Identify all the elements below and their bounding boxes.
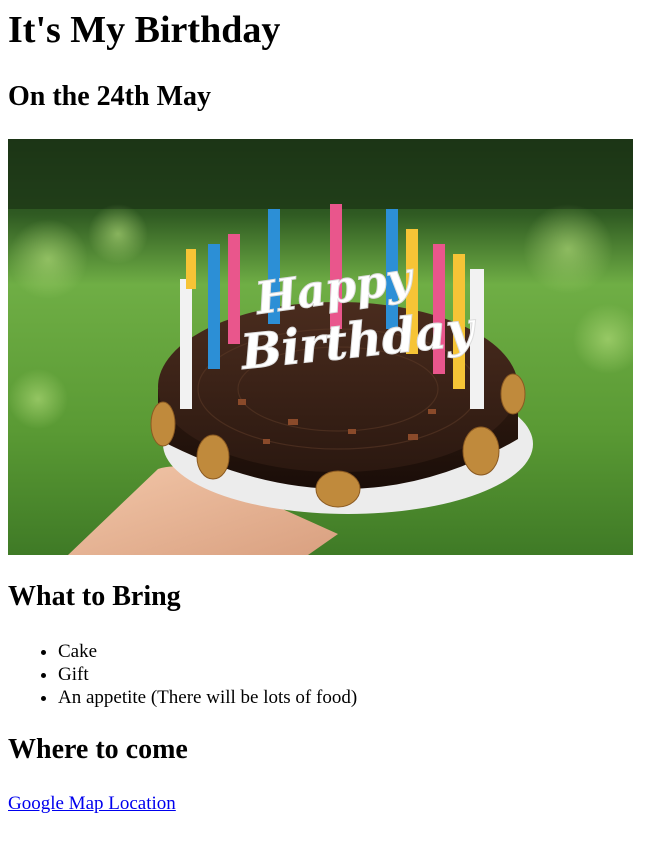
bring-list-item: Cake [58, 640, 357, 663]
page-subtitle: On the 24th May [8, 81, 211, 112]
birthday-cake-image: Happy Birthday [8, 139, 633, 555]
bring-list-item: An appetite (There will be lots of food) [58, 686, 357, 709]
bring-list: Cake Gift An appetite (There will be lot… [8, 640, 357, 709]
what-to-bring-heading: What to Bring [8, 581, 181, 612]
google-map-link[interactable]: Google Map Location [8, 792, 176, 815]
bring-list-item: Gift [58, 663, 357, 686]
where-to-come-heading: Where to come [8, 734, 188, 765]
page-title: It's My Birthday [8, 9, 281, 51]
